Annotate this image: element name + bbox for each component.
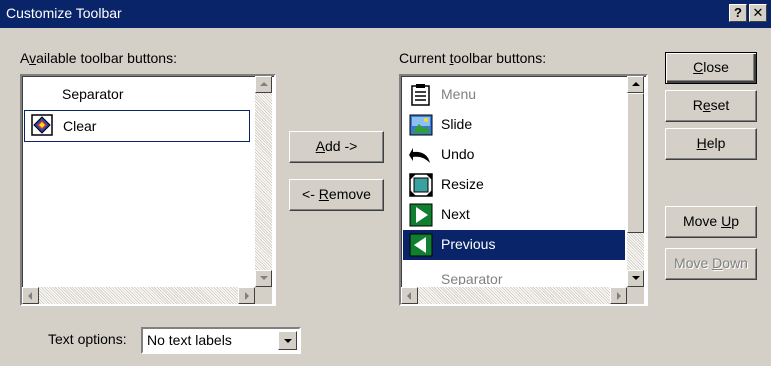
available-scroll-left-button[interactable] xyxy=(22,287,39,304)
text-options-value: No text labels xyxy=(147,332,232,348)
scroll-corner xyxy=(627,287,644,304)
scroll-left-arrow-icon xyxy=(28,292,32,300)
scroll-left-arrow-icon xyxy=(407,292,411,300)
text-options-dropdown-button[interactable] xyxy=(278,331,297,350)
available-scroll-up-button[interactable] xyxy=(255,76,272,93)
remove-button[interactable]: <- Remove xyxy=(289,179,384,211)
list-item-undo[interactable]: Undo xyxy=(403,140,625,170)
list-item-previous[interactable]: Previous xyxy=(403,230,625,260)
available-vscroll[interactable] xyxy=(255,76,272,287)
list-item-menu[interactable]: Menu xyxy=(403,80,625,110)
previous-icon xyxy=(409,233,433,257)
window-title: Customize Toolbar xyxy=(6,5,122,21)
list-item-resize[interactable]: Resize xyxy=(403,170,625,200)
list-item-separator[interactable]: Separator xyxy=(24,80,250,110)
current-scroll-up-button[interactable] xyxy=(627,76,644,93)
list-item-clear[interactable]: Clear xyxy=(24,110,250,142)
close-button[interactable]: Close xyxy=(665,52,757,84)
available-hscroll[interactable] xyxy=(22,287,255,304)
resize-icon xyxy=(409,173,433,197)
list-item-separator-current[interactable]: Separator xyxy=(403,260,625,285)
list-item-next[interactable]: Next xyxy=(403,200,625,230)
clear-icon xyxy=(31,114,55,138)
scroll-right-arrow-icon xyxy=(245,292,249,300)
current-hscroll[interactable] xyxy=(401,287,627,304)
scroll-up-arrow-icon xyxy=(260,82,268,86)
move-up-button[interactable]: Move Up xyxy=(665,206,757,238)
current-buttons-list[interactable]: Menu Slide Undo Resize Next Previous Sep… xyxy=(399,74,648,306)
text-options-select[interactable]: No text labels xyxy=(141,327,301,354)
slide-icon xyxy=(409,113,433,137)
chevron-down-icon xyxy=(284,339,292,343)
scroll-right-arrow-icon xyxy=(617,292,621,300)
reset-button[interactable]: Reset xyxy=(665,90,757,122)
current-scroll-down-button[interactable] xyxy=(627,270,644,287)
text-options-label: Text options: xyxy=(48,331,127,347)
available-buttons-label: Available toolbar buttons: xyxy=(20,50,177,66)
title-bar[interactable]: Customize Toolbar ? ✕ xyxy=(0,0,771,28)
menu-icon xyxy=(409,83,433,107)
available-scroll-down-button[interactable] xyxy=(255,270,272,287)
close-title-button[interactable]: ✕ xyxy=(749,4,767,22)
add-button[interactable]: Add -> xyxy=(289,131,384,163)
customize-toolbar-dialog: Customize Toolbar ? ✕ Available toolbar … xyxy=(0,0,771,366)
help-button[interactable]: Help xyxy=(665,128,757,160)
list-item-slide[interactable]: Slide xyxy=(403,110,625,140)
scroll-down-arrow-icon xyxy=(260,276,268,280)
move-down-button[interactable]: Move Down xyxy=(665,248,757,280)
scroll-corner xyxy=(255,287,272,304)
current-scroll-thumb[interactable] xyxy=(627,93,644,233)
next-icon xyxy=(409,203,433,227)
scroll-down-arrow-icon xyxy=(632,276,640,280)
available-scroll-right-button[interactable] xyxy=(238,287,255,304)
help-title-button[interactable]: ? xyxy=(729,4,747,22)
current-buttons-label: Current toolbar buttons: xyxy=(399,50,547,66)
available-buttons-list[interactable]: Separator Clear xyxy=(20,74,276,306)
current-scroll-left-button[interactable] xyxy=(401,287,418,304)
undo-icon xyxy=(409,143,433,167)
current-scroll-right-button[interactable] xyxy=(610,287,627,304)
scroll-up-arrow-icon xyxy=(632,82,640,86)
